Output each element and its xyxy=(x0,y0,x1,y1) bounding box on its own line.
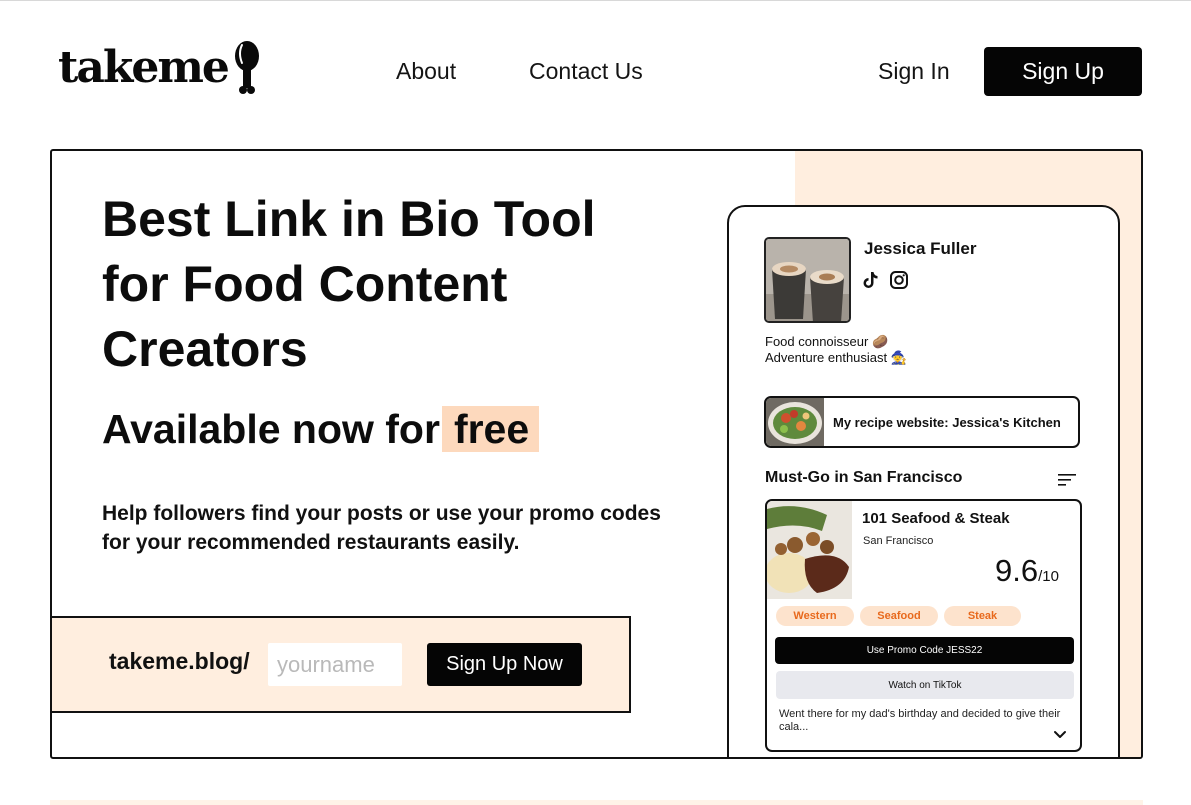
hero-subtitle: Available now for free xyxy=(102,401,540,457)
tag-western[interactable]: Western xyxy=(776,606,854,626)
profile-preview-card: Jessica Fuller Food connoisseur 🥔 Advent… xyxy=(727,205,1120,757)
restaurant-tags: Western Seafood Steak xyxy=(776,606,1021,626)
profile-name: Jessica Fuller xyxy=(864,239,977,258)
nav-about[interactable]: About xyxy=(396,58,456,85)
hero-title: Best Link in Bio Tool for Food Content C… xyxy=(102,191,596,377)
promo-code-button[interactable]: Use Promo Code JESS22 xyxy=(775,637,1074,664)
steak-dish-image xyxy=(767,501,852,599)
rating-scale: /10 xyxy=(1038,568,1059,585)
nav-contact-us[interactable]: Contact Us xyxy=(529,58,643,85)
hero-section: Best Link in Bio Tool for Food Content C… xyxy=(50,149,1143,759)
rating-value: 9.6 xyxy=(995,553,1039,588)
claim-username-box: takeme.blog/ Sign Up Now xyxy=(52,616,631,713)
sign-up-button[interactable]: Sign Up xyxy=(984,47,1142,96)
restaurant-card: 101 Seafood & Steak San Francisco 9.6/10… xyxy=(765,499,1082,752)
section-title: Must-Go in San Francisco xyxy=(765,469,963,486)
coffee-cups-image xyxy=(766,239,849,321)
restaurant-rating: 9.6/10 xyxy=(995,553,1059,589)
tag-seafood[interactable]: Seafood xyxy=(860,606,938,626)
avatar xyxy=(764,237,851,323)
recipe-link-label: My recipe website: Jessica's Kitchen xyxy=(833,414,1061,430)
restaurant-name: 101 Seafood & Steak xyxy=(862,510,1010,527)
drumstick-icon xyxy=(234,41,259,94)
bio-line: Food connoisseur 🥔 xyxy=(765,334,889,349)
sign-up-now-button[interactable]: Sign Up Now xyxy=(427,643,582,686)
url-prefix: takeme.blog/ xyxy=(109,648,250,674)
salad-image xyxy=(766,398,824,446)
top-divider xyxy=(0,0,1191,1)
tiktok-icon[interactable] xyxy=(860,270,880,290)
username-input[interactable] xyxy=(268,643,402,686)
logo-text: takeme xyxy=(58,42,230,93)
watch-on-tiktok-button[interactable]: Watch on TikTok xyxy=(776,671,1074,699)
hero-description: Help followers find your posts or use yo… xyxy=(102,502,661,554)
hero-subtitle-highlight: free xyxy=(441,406,540,452)
review-text: Went there for my dad's birthday and dec… xyxy=(779,708,1061,733)
profile-bio: Food connoisseur 🥔 Adventure enthusiast … xyxy=(765,334,907,366)
hero-subtitle-prefix: Available now for xyxy=(102,406,440,452)
recipe-website-link[interactable]: My recipe website: Jessica's Kitchen xyxy=(764,396,1080,448)
restaurant-city: San Francisco xyxy=(863,535,934,547)
chevron-down-icon[interactable] xyxy=(1053,730,1067,740)
bio-line: Adventure enthusiast 🧙 xyxy=(765,350,907,365)
logo[interactable]: takeme xyxy=(58,40,260,96)
instagram-icon[interactable] xyxy=(889,270,909,290)
sort-icon[interactable] xyxy=(1058,473,1076,487)
next-section-edge xyxy=(50,800,1143,805)
sign-in-link[interactable]: Sign In xyxy=(878,58,950,85)
tag-steak[interactable]: Steak xyxy=(944,606,1021,626)
